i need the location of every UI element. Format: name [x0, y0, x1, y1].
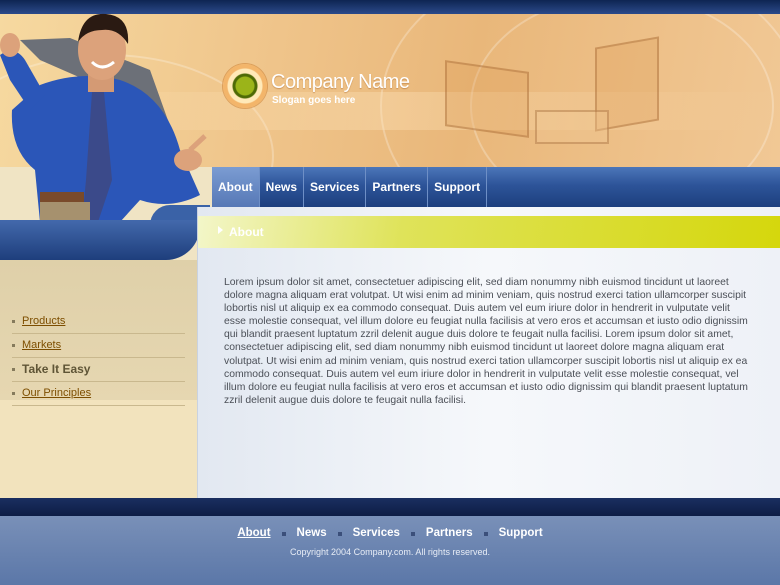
nav-item-about[interactable]: About — [212, 167, 260, 207]
footer-separator — [337, 532, 342, 536]
nav-item-partners[interactable]: Partners — [366, 167, 429, 207]
footer-link-services[interactable]: Services — [348, 527, 405, 539]
footer-link-about[interactable]: About — [232, 527, 275, 539]
footer-nav: About News Services Partners Support — [0, 527, 780, 539]
footer-link-partners[interactable]: Partners — [421, 527, 478, 539]
company-logo-icon — [223, 64, 267, 108]
sidebar-item-products: Products — [12, 310, 185, 334]
sidebar-item-markets: Markets — [12, 334, 185, 358]
monitor-graphic — [535, 110, 609, 144]
sidebar-link-our-principles[interactable]: Our Principles — [22, 387, 91, 399]
title-arrow-icon — [218, 226, 223, 234]
sidebar-item-our-principles: Our Principles — [12, 382, 185, 406]
nav-item-support[interactable]: Support — [428, 167, 488, 207]
businessman-photo — [0, 13, 207, 222]
nav-item-news[interactable]: News — [260, 167, 305, 207]
footer-separator — [483, 532, 488, 536]
slogan: Slogan goes here — [272, 95, 356, 106]
sidebar-link-products[interactable]: Products — [22, 315, 65, 327]
sidebar-item-take-it-easy: Take It Easy — [12, 358, 185, 382]
monitor-graphic — [445, 60, 529, 138]
sidebar-link-markets[interactable]: Markets — [22, 339, 61, 351]
content-body-text: Lorem ipsum dolor sit amet, consectetuer… — [224, 277, 748, 406]
content-title-bar — [198, 216, 780, 248]
footer-link-news[interactable]: News — [292, 527, 332, 539]
footer-separator — [410, 532, 415, 536]
content-title: About — [229, 225, 264, 239]
footer-separator — [281, 532, 286, 536]
sidebar-menu: Products Markets Take It Easy Our Princi… — [12, 310, 185, 406]
company-name: Company Name — [271, 71, 410, 93]
copyright-text: Copyright 2004 Company.com. All rights r… — [290, 547, 490, 557]
left-blue-band — [0, 220, 200, 260]
footer-link-support[interactable]: Support — [494, 527, 548, 539]
footer-dark-bar — [0, 498, 780, 516]
main-nav: About News Services Partners Support — [212, 167, 488, 207]
nav-item-services[interactable]: Services — [304, 167, 367, 207]
